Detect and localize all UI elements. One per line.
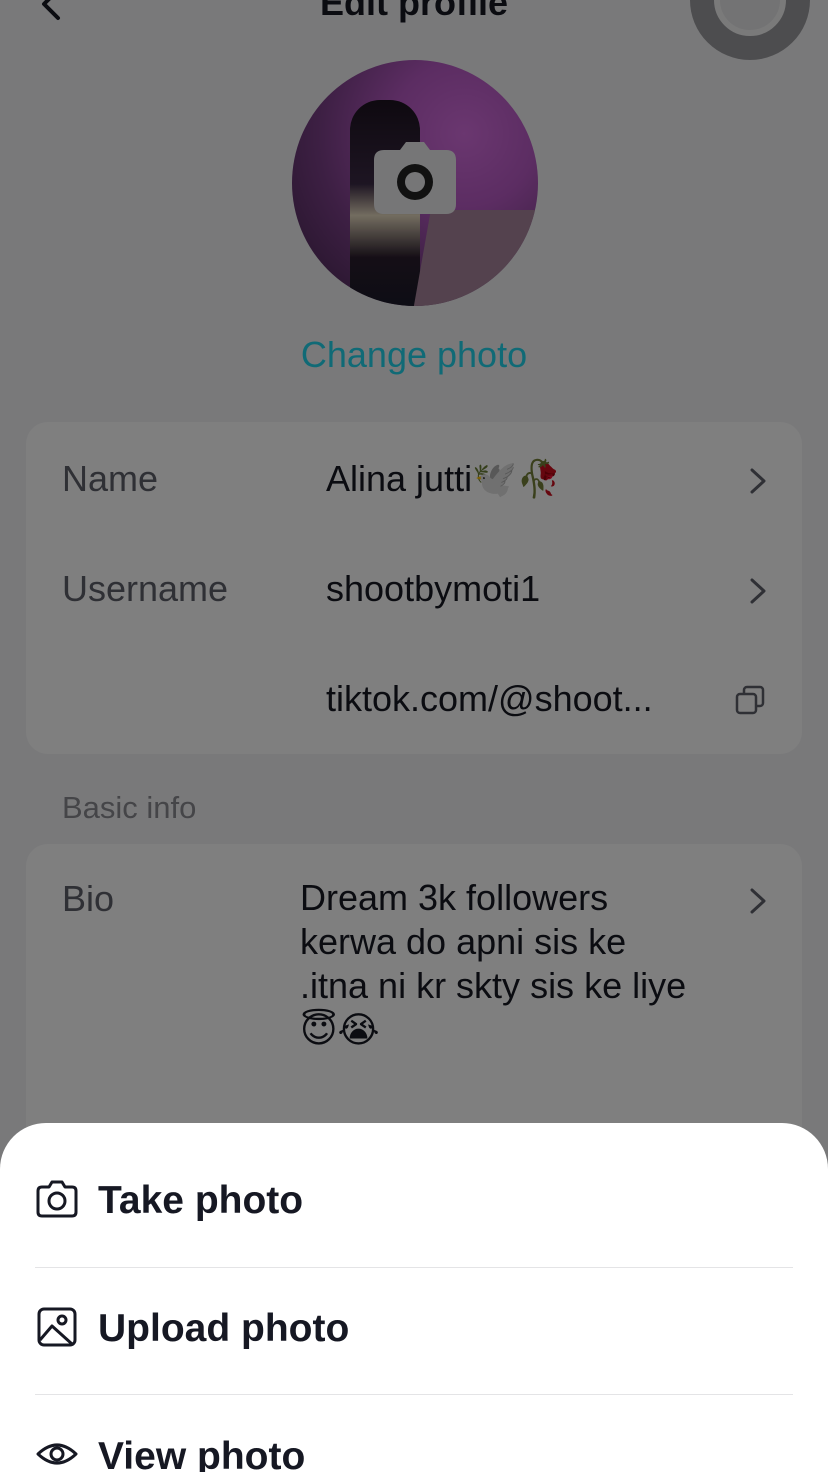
take-photo-option[interactable]: Take photo <box>0 1135 828 1262</box>
image-icon <box>37 1307 77 1347</box>
view-photo-option[interactable]: View photo <box>0 1391 828 1472</box>
camera-icon <box>36 1180 78 1218</box>
eye-icon <box>36 1443 78 1465</box>
take-photo-label: Take photo <box>98 1179 304 1222</box>
view-photo-label: View photo <box>98 1435 306 1472</box>
upload-photo-label: Upload photo <box>98 1307 350 1350</box>
photo-action-sheet: Take photo Upload photo View photo <box>0 1123 828 1472</box>
upload-photo-option[interactable]: Upload photo <box>0 1263 828 1390</box>
